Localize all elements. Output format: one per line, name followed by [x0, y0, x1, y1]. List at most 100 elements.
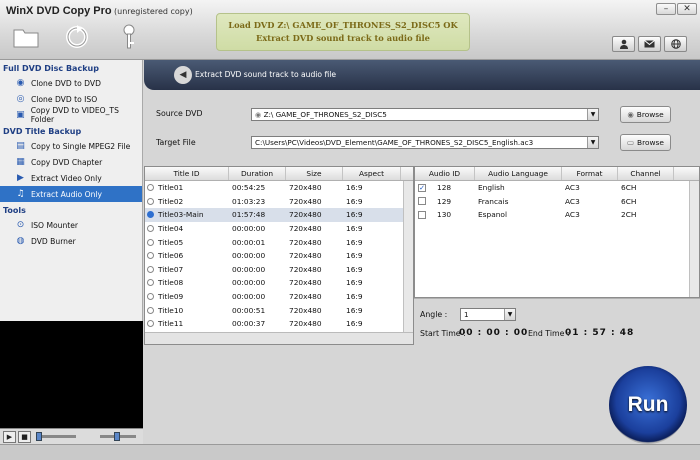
table-cell: AC3 — [565, 210, 580, 220]
table-cell: 16:9 — [346, 210, 363, 220]
options-panel: Angle : 1 ▼ Start Time : 00 : 00 : 00 En… — [414, 298, 700, 345]
sidebar-item-clone-dvd-to-dvd[interactable]: ◉ Clone DVD to DVD — [0, 75, 142, 91]
table-cell: AC3 — [565, 196, 580, 206]
table-cell-wrap: 720x480 — [286, 183, 343, 192]
play-icon[interactable]: ▶ — [3, 430, 16, 443]
globe-icon[interactable] — [664, 36, 687, 52]
col-format[interactable]: Format — [562, 167, 618, 180]
seek-knob[interactable] — [36, 432, 42, 441]
audio-checkbox[interactable]: ✓ — [418, 183, 426, 192]
col-audio-id[interactable]: Audio ID — [415, 167, 475, 180]
table-cell: Title01 — [158, 183, 184, 193]
iso-icon: ◎ — [16, 94, 25, 104]
table-cell: 129 — [437, 196, 452, 206]
table-row[interactable]: Title01 00:54:25 720x480 16:9 — [145, 181, 413, 195]
status-line-1: Load DVD Z:\ GAME_OF_THRONES_S2_DISC5 OK — [228, 20, 458, 30]
target-browse-button[interactable]: ▭ Browse — [620, 134, 671, 151]
titles-scrollbar[interactable] — [403, 181, 413, 332]
col-aspect[interactable]: Aspect — [343, 167, 401, 180]
minimize-button[interactable]: – — [656, 3, 676, 15]
key-icon[interactable] — [115, 23, 143, 51]
sidebar-item-copy-chapter[interactable]: ▦ Copy DVD Chapter — [0, 154, 142, 170]
end-time-value[interactable]: 01 : 57 : 48 — [565, 328, 634, 338]
titles-hscrollbar[interactable] — [145, 332, 413, 344]
sidebar-item-iso-mounter[interactable]: ⊙ ISO Mounter — [0, 217, 142, 233]
table-row[interactable]: Title10 00:00:51 720x480 16:9 — [145, 303, 413, 317]
run-button[interactable]: Run — [609, 366, 687, 444]
chevron-down-icon[interactable]: ▼ — [587, 137, 598, 148]
source-dvd-select[interactable]: ◉ Z:\ GAME_OF_THRONES_S2_DISC5 ▼ — [251, 108, 599, 121]
table-cell: 720x480 — [289, 305, 322, 315]
table-cell: 720x480 — [289, 292, 322, 302]
audio-checkbox[interactable] — [418, 210, 426, 219]
sidebar-item-extract-audio[interactable]: ♫ Extract Audio Only — [0, 186, 142, 202]
table-row[interactable]: Title02 01:03:23 720x480 16:9 — [145, 195, 413, 209]
angle-value: 1 — [464, 310, 469, 319]
burner-icon: ◍ — [16, 236, 25, 246]
table-cell-wrap: Title01 — [145, 183, 229, 192]
table-cell-wrap: AC3 — [562, 197, 618, 206]
col-size[interactable]: Size — [286, 167, 343, 180]
table-cell: Espanol — [478, 210, 507, 220]
table-row[interactable]: Title11 00:00:37 720x480 16:9 — [145, 317, 413, 331]
table-cell-wrap: Title06 — [145, 251, 229, 260]
sidebar-item-extract-video[interactable]: ▶ Extract Video Only — [0, 170, 142, 186]
title-radio[interactable] — [147, 197, 154, 205]
chevron-down-icon[interactable]: ▼ — [504, 309, 515, 320]
mail-icon[interactable] — [638, 36, 661, 52]
title-radio[interactable] — [147, 238, 154, 246]
mode-header-text: Extract DVD sound track to audio file — [195, 70, 337, 79]
table-cell: 16:9 — [346, 183, 363, 193]
col-audio-language[interactable]: Audio Language — [475, 167, 562, 180]
target-file-field[interactable]: C:\Users\PC\Videos\DVD_Element\GAME_OF_T… — [251, 136, 599, 149]
close-button[interactable]: ✕ — [677, 3, 697, 15]
volume-knob[interactable] — [114, 432, 120, 441]
table-row[interactable]: ✓ 128 English AC3 6CH — [415, 181, 699, 195]
title-radio[interactable] — [147, 306, 154, 314]
table-row[interactable]: Title04 00:00:00 720x480 16:9 — [145, 222, 413, 236]
refresh-icon[interactable] — [63, 23, 91, 51]
chevron-down-icon[interactable]: ▼ — [587, 109, 598, 120]
sidebar-item-copy-to-video-ts[interactable]: ▣ Copy DVD to VIDEO_TS Folder — [0, 106, 142, 124]
title-radio[interactable] — [147, 320, 154, 328]
title-radio[interactable] — [147, 225, 154, 233]
source-browse-button[interactable]: ◉ Browse — [620, 106, 671, 123]
table-row[interactable]: 130 Espanol AC3 2CH — [415, 208, 699, 222]
sidebar-item-single-mpeg2[interactable]: ▤ Copy to Single MPEG2 File — [0, 138, 142, 154]
audio-scrollbar[interactable] — [689, 181, 699, 297]
col-title-id[interactable]: Title ID — [145, 167, 229, 180]
table-cell-wrap: 01:57:48 — [229, 210, 286, 219]
folder-icon[interactable] — [12, 23, 40, 51]
sidebar-item-clone-dvd-to-iso[interactable]: ◎ Clone DVD to ISO — [0, 91, 142, 107]
table-row[interactable]: Title06 00:00:00 720x480 16:9 — [145, 249, 413, 263]
angle-select[interactable]: 1 ▼ — [460, 308, 516, 321]
col-duration[interactable]: Duration — [229, 167, 286, 180]
table-row[interactable]: Title07 00:00:00 720x480 16:9 — [145, 263, 413, 277]
sidebar-item-label: Copy DVD Chapter — [31, 157, 103, 167]
table-row[interactable]: Title05 00:00:01 720x480 16:9 — [145, 235, 413, 249]
audio-checkbox[interactable] — [418, 197, 426, 206]
table-cell: 16:9 — [346, 251, 363, 261]
disc-icon: ◉ — [255, 110, 264, 119]
title-radio[interactable] — [147, 279, 154, 287]
start-time-value[interactable]: 00 : 00 : 00 — [459, 328, 528, 338]
table-row[interactable]: 129 Francais AC3 6CH — [415, 195, 699, 209]
table-row[interactable]: Title08 00:00:00 720x480 16:9 — [145, 276, 413, 290]
title-radio[interactable] — [147, 211, 154, 219]
title-radio[interactable] — [147, 252, 154, 260]
stop-icon[interactable]: ■ — [18, 430, 31, 443]
source-dvd-value: Z:\ GAME_OF_THRONES_S2_DISC5 — [263, 110, 387, 119]
table-row[interactable]: Title03-Main 01:57:48 720x480 16:9 — [145, 208, 413, 222]
title-radio[interactable] — [147, 184, 154, 192]
title-radio[interactable] — [147, 293, 154, 301]
seek-slider[interactable] — [36, 432, 76, 441]
user-icon[interactable] — [612, 36, 635, 52]
table-cell-wrap: Title05 — [145, 238, 229, 247]
table-cell-wrap: 00:00:00 — [229, 251, 286, 260]
title-radio[interactable] — [147, 265, 154, 273]
sidebar-item-dvd-burner[interactable]: ◍ DVD Burner — [0, 233, 142, 249]
volume-slider[interactable] — [100, 432, 136, 441]
table-row[interactable]: Title09 00:00:00 720x480 16:9 — [145, 290, 413, 304]
table-cell-wrap: 720x480 — [286, 292, 343, 301]
col-channel[interactable]: Channel — [618, 167, 674, 180]
